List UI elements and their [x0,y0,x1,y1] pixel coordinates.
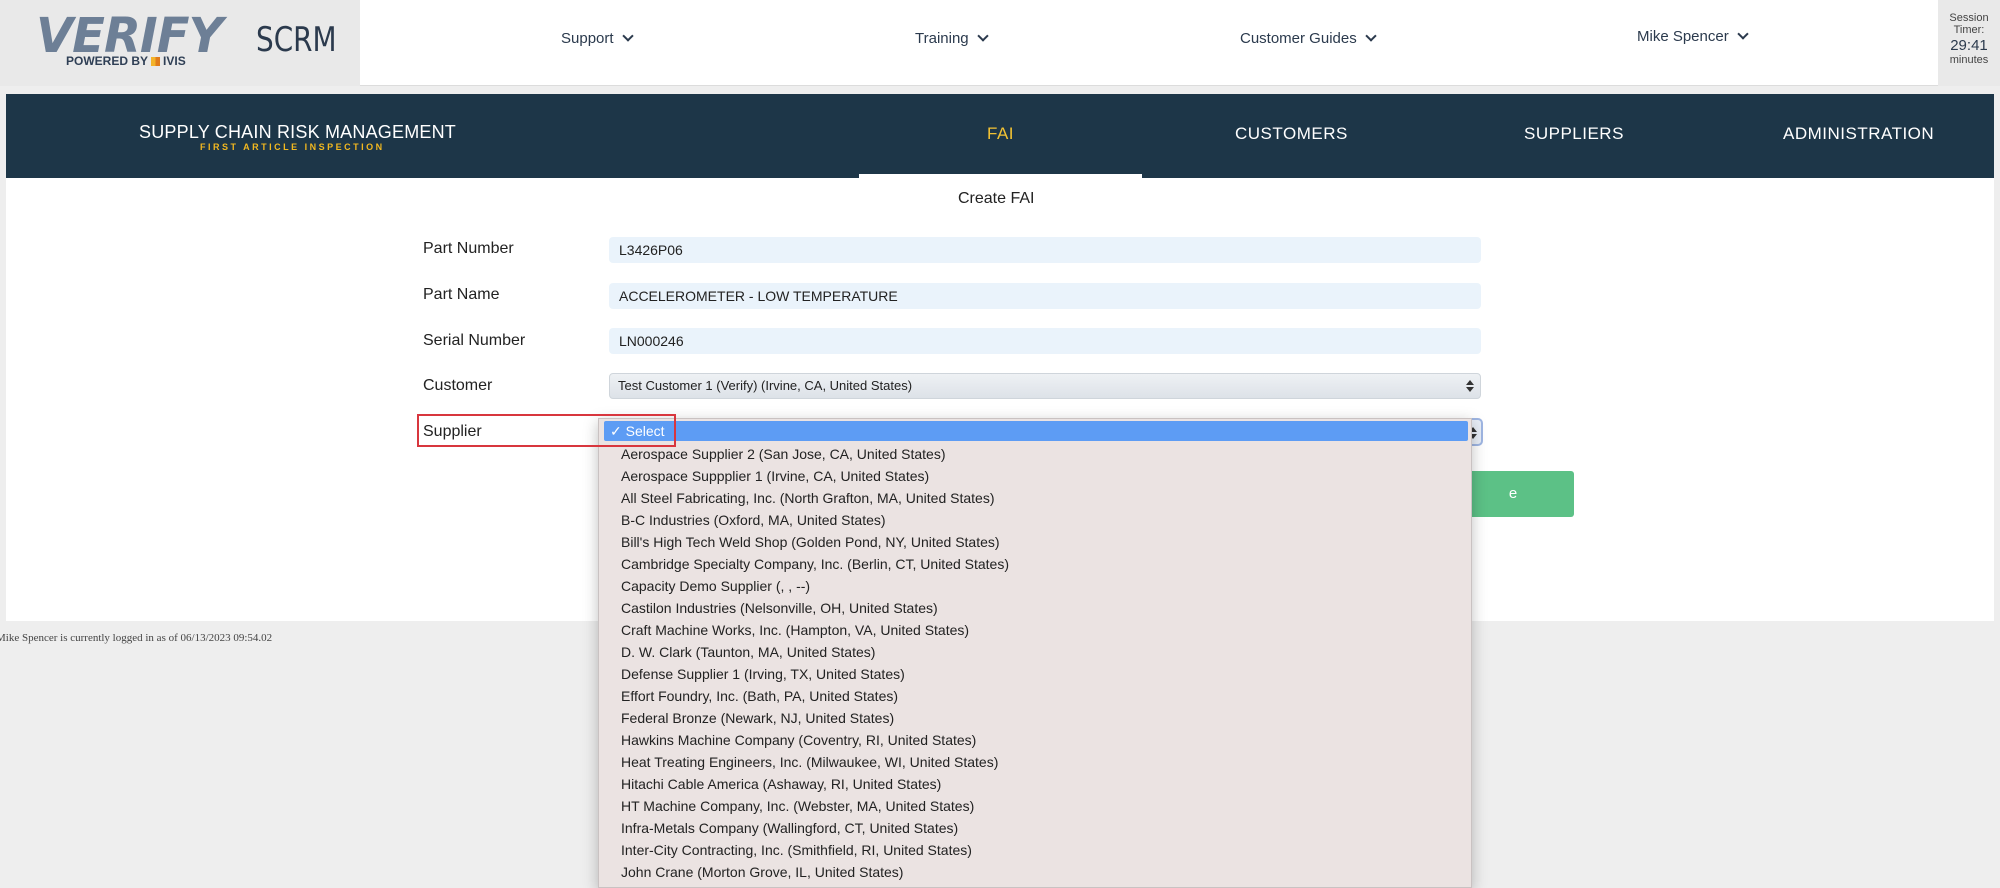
session-timer: Session Timer: 29:41 minutes [1938,0,2000,86]
dropdown-option[interactable]: Inter-City Contracting, Inc. (Smithfield… [621,839,1471,861]
app-short-name: SCRM [256,20,337,60]
chevron-down-icon [621,30,634,42]
part-name-label: Part Name [423,286,500,303]
part-name-input[interactable]: ACCELEROMETER - LOW TEMPERATURE [609,283,1481,309]
nav-customers[interactable]: CUSTOMERS [1235,124,1348,144]
top-bar: VERIFY POWERED BY IVIS SCRM Support Train… [0,0,2000,86]
user-name: Mike Spencer [1637,28,1729,45]
dropdown-option[interactable]: HT Machine Company, Inc. (Webster, MA, U… [621,795,1471,817]
session-timer-unit: minutes [1949,54,1989,66]
supplier-dropdown-list[interactable]: ✓ Select Aerospace Supplier 2 (San Jose,… [598,418,1472,888]
app-subtitle: FIRST ARTICLE INSPECTION [200,142,385,152]
dropdown-option[interactable]: John Crane (Morton Grove, IL, United Sta… [621,861,1471,883]
topnav-customer-guides-label: Customer Guides [1240,30,1357,47]
customer-select-value: Test Customer 1 (Verify) (Irvine, CA, Un… [618,378,913,393]
part-number-label: Part Number [423,240,514,257]
dropdown-option[interactable]: Castilon Industries (Nelsonville, OH, Un… [621,597,1471,619]
session-timer-value: 29:41 [1950,37,1988,54]
dropdown-option[interactable]: Aerospace Suppplier 1 (Irvine, CA, Unite… [621,465,1471,487]
chevron-down-icon [976,30,989,42]
dropdown-option[interactable]: Bill's High Tech Weld Shop (Golden Pond,… [621,531,1471,553]
customer-select[interactable]: Test Customer 1 (Verify) (Irvine, CA, Un… [609,373,1481,399]
page-title: Create FAI [958,190,1035,207]
dropdown-options: Aerospace Supplier 2 (San Jose, CA, Unit… [621,443,1471,883]
verify-logo[interactable]: VERIFY POWERED BY IVIS [36,8,223,68]
dropdown-option[interactable]: Heat Treating Engineers, Inc. (Milwaukee… [621,751,1471,773]
dropdown-option[interactable]: D. W. Clark (Taunton, MA, United States) [621,641,1471,663]
main-nav: SUPPLY CHAIN RISK MANAGEMENT FIRST ARTIC… [6,94,1994,178]
nav-fai[interactable]: FAI [987,124,1014,144]
dropdown-option[interactable]: Capacity Demo Supplier (, , --) [621,575,1471,597]
part-number-input[interactable]: L3426P06 [609,237,1481,263]
serial-number-input[interactable]: LN000246 [609,328,1481,354]
topnav-training-label: Training [915,30,969,47]
topnav-customer-guides[interactable]: Customer Guides [1240,30,1377,47]
dropdown-option[interactable]: Effort Foundry, Inc. (Bath, PA, United S… [621,685,1471,707]
dropdown-option[interactable]: B-C Industries (Oxford, MA, United State… [621,509,1471,531]
logo-powered-by: POWERED BY IVIS [66,54,186,68]
brand-area: VERIFY POWERED BY IVIS SCRM [0,0,360,86]
dropdown-option[interactable]: Defense Supplier 1 (Irving, TX, United S… [621,663,1471,685]
nav-administration[interactable]: ADMINISTRATION [1783,124,1934,144]
chevron-down-icon [1737,28,1749,40]
ivis-mark-icon [151,57,161,66]
dropdown-option[interactable]: Aerospace Supplier 2 (San Jose, CA, Unit… [621,443,1471,465]
dropdown-option[interactable]: Hawkins Machine Company (Coventry, RI, U… [621,729,1471,751]
logo-wordmark: VERIFY [36,8,223,64]
session-timer-label: Session Timer: [1949,12,1989,36]
dropdown-option[interactable]: Federal Bronze (Newark, NJ, United State… [621,707,1471,729]
app-title[interactable]: SUPPLY CHAIN RISK MANAGEMENT [139,122,456,143]
user-menu[interactable]: Mike Spencer [1637,28,1749,45]
serial-number-label: Serial Number [423,332,526,349]
select-arrows-icon [1466,378,1474,394]
logo-ivis-text: IVIS [163,54,186,68]
dropdown-option[interactable]: All Steel Fabricating, Inc. (North Graft… [621,487,1471,509]
login-status: Mike Spencer is currently logged in as o… [0,632,273,644]
annotation-highlight-box [417,414,676,447]
chevron-down-icon [1365,30,1377,42]
topnav-support[interactable]: Support [561,30,634,47]
topnav-training[interactable]: Training [915,30,989,47]
customer-label: Customer [423,377,493,394]
dropdown-option[interactable]: Craft Machine Works, Inc. (Hampton, VA, … [621,619,1471,641]
dropdown-option[interactable]: Infra-Metals Company (Wallingford, CT, U… [621,817,1471,839]
dropdown-option[interactable]: Cambridge Specialty Company, Inc. (Berli… [621,553,1471,575]
nav-suppliers[interactable]: SUPPLIERS [1524,124,1624,144]
dropdown-option-selected[interactable]: ✓ Select [604,421,1468,441]
dropdown-option[interactable]: Hitachi Cable America (Ashaway, RI, Unit… [621,773,1471,795]
topnav-support-label: Support [561,30,614,47]
logo-powered-by-text: POWERED BY [66,54,149,68]
